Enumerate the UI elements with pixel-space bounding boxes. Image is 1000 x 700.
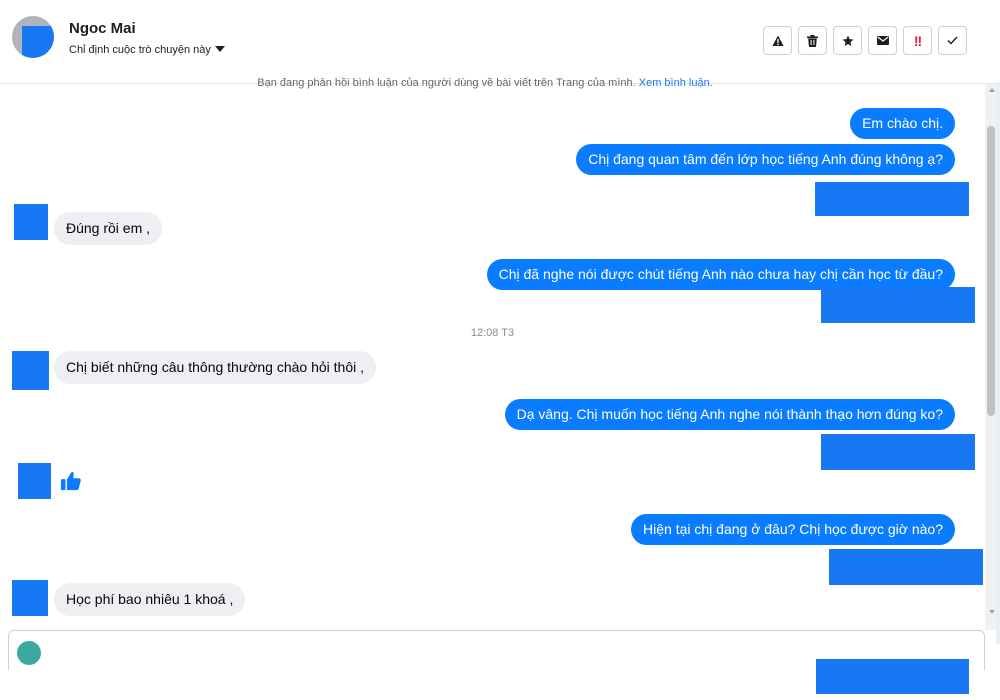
panel-edge [996,84,1000,644]
conversation-toolbar: !! [763,26,967,55]
contact-avatar-redacted [12,580,48,616]
redaction-block [829,549,983,585]
mark-unread-button[interactable] [868,26,897,55]
outgoing-message[interactable]: Chị đang quan tâm đến lớp học tiếng Anh … [576,144,955,175]
contact-avatar-redacted [12,351,49,390]
contact-avatar[interactable] [12,16,54,58]
mark-done-button[interactable] [938,26,967,55]
trash-icon [807,34,818,47]
scroll-down-icon[interactable] [989,610,995,614]
assign-conversation-label: Chỉ định cuộc trò chuyện này [69,44,211,56]
conversation-header: Ngoc Mai Chỉ định cuộc trò chuyện này !! [0,0,1000,84]
redaction-block [815,182,969,216]
outgoing-message[interactable]: Dạ vâng. Chị muốn học tiếng Anh nghe nói… [504,399,955,430]
report-button[interactable] [763,26,792,55]
message-timestamp: 12:08 T3 [470,327,515,339]
checkmark-icon [947,36,958,45]
contact-name[interactable]: Ngoc Mai [69,20,136,37]
star-button[interactable] [833,26,862,55]
warning-icon [771,35,784,46]
envelope-icon [876,36,889,45]
outgoing-message[interactable]: Chị đã nghe nói được chút tiếng Anh nào … [486,259,955,290]
page-avatar [17,641,41,665]
caret-down-icon [214,46,225,52]
redaction-block [821,434,975,470]
star-icon [842,35,853,46]
redaction-block [821,287,975,323]
incoming-message[interactable]: Chị biết những câu thông thường chào hỏi… [54,351,377,384]
redaction-block [816,659,969,694]
scrollbar-thumb[interactable] [987,126,995,416]
incoming-message[interactable]: Đúng rồi em , [54,212,163,245]
incoming-message[interactable]: Học phí bao nhiêu 1 khoá , [54,583,246,616]
outgoing-message[interactable]: Em chào chị. [850,108,955,139]
assign-conversation-dropdown[interactable]: Chỉ định cuộc trò chuyện này [69,44,225,56]
scroll-up-icon[interactable] [989,88,995,92]
message-thread[interactable]: Em chào chị. Chị đang quan tâm đến lớp h… [0,84,985,630]
spam-icon: !! [913,32,922,49]
avatar-redaction [22,26,54,58]
delete-button[interactable] [798,26,827,55]
contact-avatar-redacted [14,204,48,240]
outgoing-message[interactable]: Hiện tại chị đang ở đâu? Chị học được gi… [631,514,955,545]
contact-avatar-redacted [18,463,51,499]
thumbs-up-icon[interactable] [60,470,82,492]
mark-spam-button[interactable]: !! [903,26,932,55]
